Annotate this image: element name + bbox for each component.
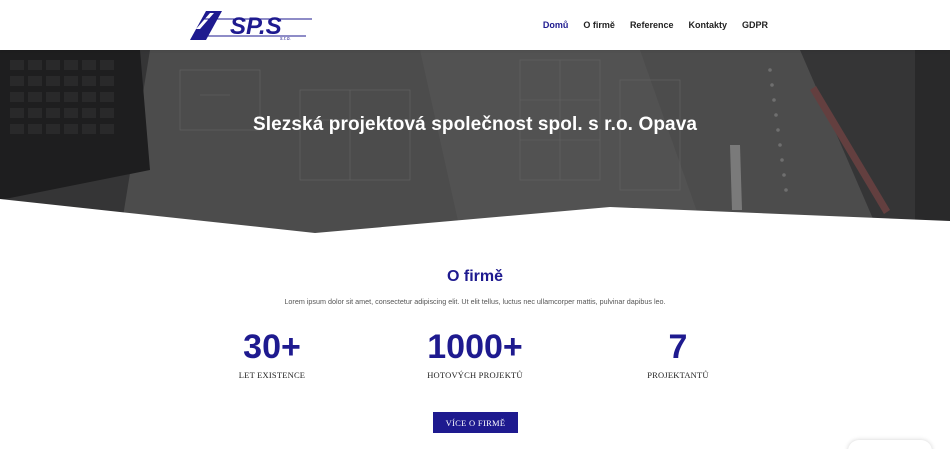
main-nav: Domů O firmě Reference Kontakty GDPR: [543, 0, 768, 50]
nav-item-references[interactable]: Reference: [630, 20, 674, 30]
stat-label: HOTOVÝCH PROJEKTŮ: [427, 370, 523, 380]
nav-item-about[interactable]: O firmě: [583, 20, 615, 30]
nav-item-contacts[interactable]: Kontakty: [688, 20, 727, 30]
stat-number: 30+: [243, 328, 301, 366]
logo-text: SP.S: [230, 13, 282, 40]
stat-projects: 1000+ HOTOVÝCH PROJEKTŮ: [375, 328, 575, 380]
about-text: Lorem ipsum dolor sit amet, consectetur …: [284, 297, 666, 306]
stat-years: 30+ LET EXISTENCE: [172, 328, 372, 380]
nav-item-home[interactable]: Domů: [543, 20, 569, 30]
chat-widget[interactable]: [848, 440, 932, 449]
stat-label: LET EXISTENCE: [238, 370, 306, 380]
more-about-button[interactable]: VÍCE O FIRMĚ: [433, 412, 518, 433]
about-title: O firmě: [446, 268, 503, 285]
nav-item-gdpr[interactable]: GDPR: [742, 20, 768, 30]
stat-label: PROJEKTANTŮ: [647, 370, 709, 380]
hero-banner: Slezská projektová společnost spol. s r.…: [0, 50, 950, 235]
hero-title: Slezská projektová společnost spol. s r.…: [252, 114, 698, 135]
site-header: SP.S s.r.o. Domů O firmě Reference Konta…: [0, 0, 950, 50]
svg-text:s.r.o.: s.r.o.: [280, 36, 291, 42]
hero-divider: [0, 199, 950, 235]
stat-number: 1000+: [427, 328, 523, 366]
logo-graphic: SP.S s.r.o.: [190, 11, 312, 42]
stat-designers: 7 PROJEKTANTŮ: [578, 328, 778, 380]
company-logo[interactable]: SP.S s.r.o.: [188, 9, 312, 42]
stat-number: 7: [668, 328, 688, 366]
